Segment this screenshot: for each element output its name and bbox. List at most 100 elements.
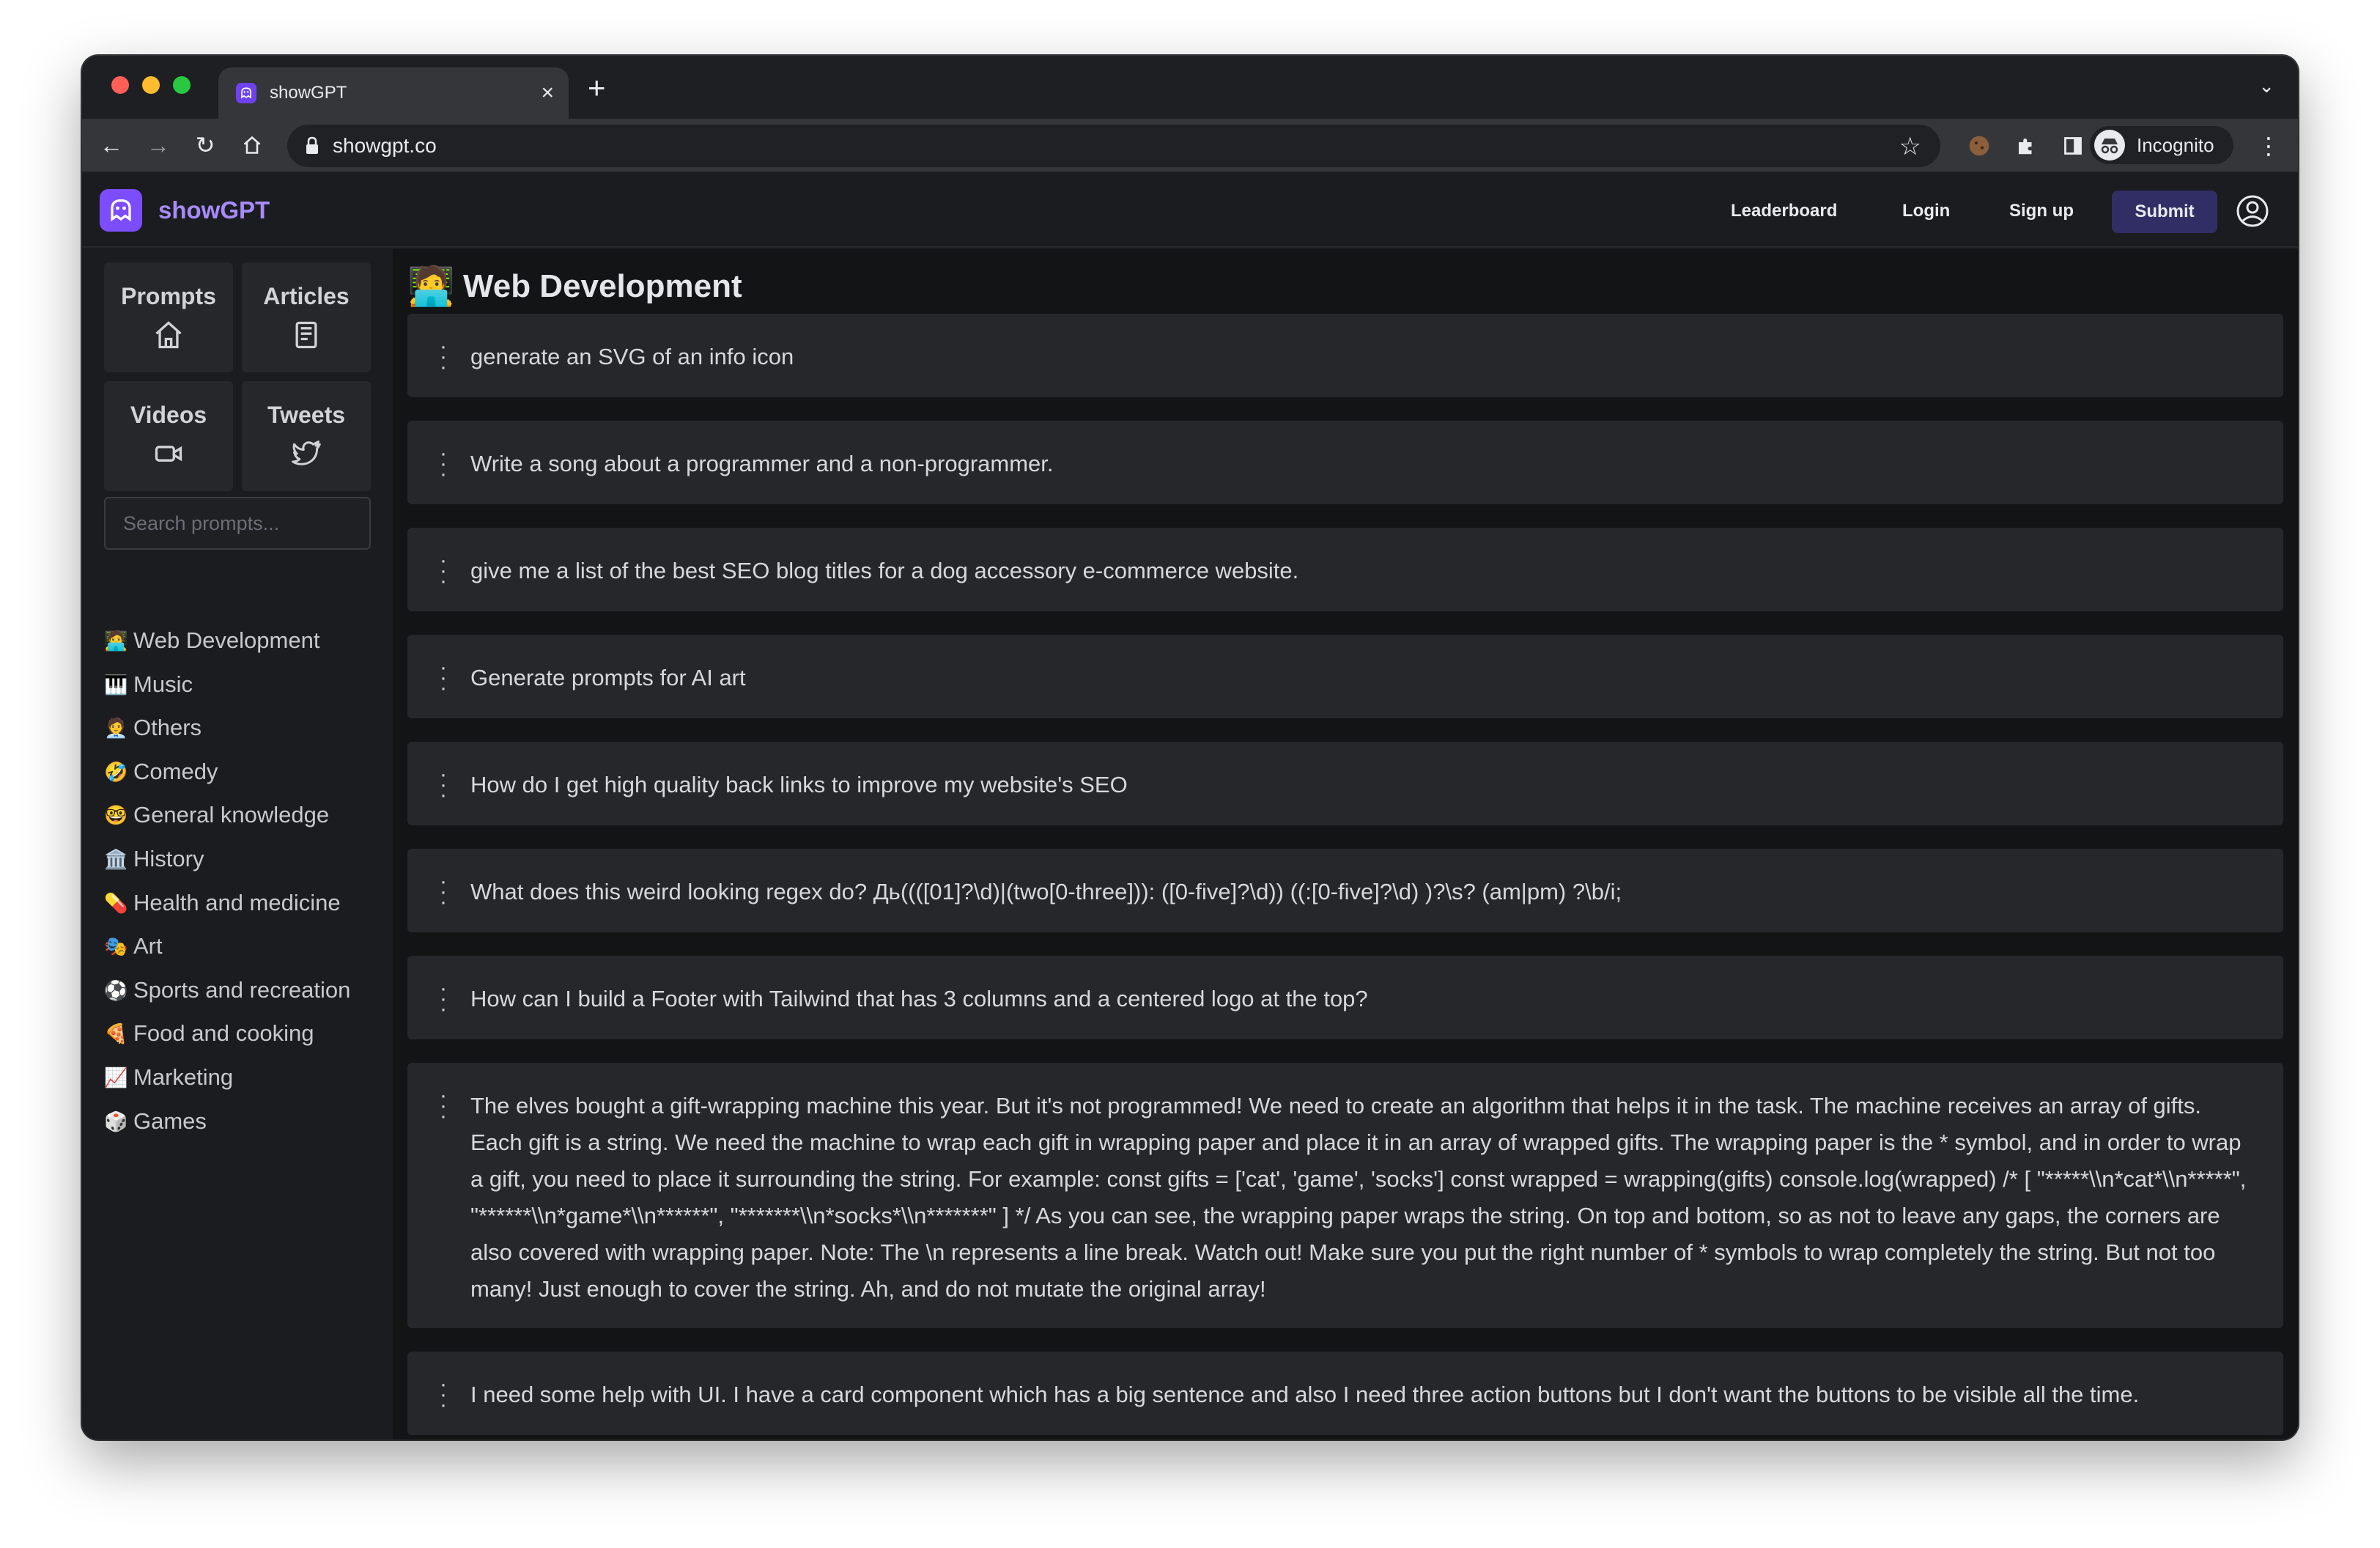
- sidebar-item-label: Food and cooking: [133, 1020, 314, 1046]
- more-options-icon[interactable]: · · ·: [440, 1085, 447, 1127]
- brand-name[interactable]: showGPT: [158, 196, 270, 224]
- sidebar-item-label: Comedy: [133, 759, 218, 784]
- more-options-icon[interactable]: · · ·: [440, 657, 447, 699]
- marketing-icon: 📈: [104, 1066, 128, 1088]
- sidebar-item-label: History: [133, 846, 204, 871]
- browser-toolbar: ← → ↻ showgpt.co ☆ Incognito ⋮: [82, 119, 2298, 173]
- sidebar-item-marketing[interactable]: 📈 Marketing: [104, 1060, 233, 1095]
- incognito-indicator[interactable]: Incognito: [2090, 126, 2233, 164]
- prompt-text: What does this weird looking regex do? Д…: [470, 879, 1622, 904]
- main-content: 🧑‍💻 Web Development · · · generate an SVG …: [393, 249, 2298, 1440]
- close-tab-icon[interactable]: ×: [541, 80, 554, 106]
- minimize-window-button[interactable]: [142, 76, 160, 94]
- prompt-card[interactable]: · · · What does this weird looking regex d…: [407, 849, 2283, 932]
- search-input[interactable]: Search prompts...: [104, 497, 371, 550]
- tile-articles[interactable]: Articles: [242, 262, 371, 372]
- home-icon: [155, 321, 182, 349]
- zoom-window-button[interactable]: [173, 76, 191, 94]
- showgpt-favicon-icon: [236, 83, 256, 103]
- chevron-down-icon[interactable]: ⌄: [2258, 75, 2274, 97]
- forward-arrow-icon[interactable]: →: [142, 129, 174, 161]
- prompt-text: Write a song about a programmer and a no…: [470, 451, 1054, 476]
- sidebar-item-games[interactable]: 🎲 Games: [104, 1104, 207, 1139]
- leaderboard-link[interactable]: Leaderboard: [1731, 201, 1837, 221]
- sidebar-item-music[interactable]: 🎹 Music: [104, 667, 193, 702]
- prompt-card[interactable]: · · · How do I get high quality back links…: [407, 742, 2283, 825]
- browser-tab[interactable]: showGPT ×: [218, 67, 569, 119]
- extension-cookie-icon[interactable]: [1964, 130, 1995, 161]
- sidebar-item-general-knowledge[interactable]: 🤓 General knowledge: [104, 797, 329, 833]
- prompt-card[interactable]: · · · The elves bought a gift-wrapping mac…: [407, 1063, 2283, 1328]
- sidebar-item-sports-and-recreation[interactable]: ⚽ Sports and recreation: [104, 973, 350, 1008]
- web-development-icon: 🧑‍💻: [407, 265, 455, 308]
- window-controls: [111, 76, 191, 94]
- url-text: showgpt.co: [333, 134, 437, 157]
- prompt-card[interactable]: · · · give me a list of the best SEO blog …: [407, 528, 2283, 611]
- sidebar-item-food-and-cooking[interactable]: 🍕 Food and cooking: [104, 1016, 314, 1051]
- lock-icon: [306, 136, 318, 154]
- new-tab-icon[interactable]: +: [588, 70, 606, 106]
- user-account-icon[interactable]: [2235, 194, 2270, 229]
- more-options-icon[interactable]: · · ·: [440, 978, 447, 1020]
- tile-videos[interactable]: Videos: [104, 381, 233, 491]
- submit-button[interactable]: Submit: [2112, 191, 2217, 233]
- sidebar-item-web-development[interactable]: 🧑‍💻 Web Development: [104, 623, 319, 658]
- prompt-card[interactable]: · · · Write a song about a programmer and …: [407, 421, 2283, 504]
- sidebar-item-label: Art: [133, 933, 163, 959]
- prompt-text: I need some help with UI. I have a card …: [470, 1382, 2140, 1407]
- more-options-icon[interactable]: · · ·: [440, 871, 447, 913]
- sidebar: Prompts Articles Videos Tweets Search pr…: [82, 249, 393, 1440]
- prompt-text: The elves bought a gift-wrapping machine…: [470, 1093, 2247, 1302]
- incognito-label: Incognito: [2137, 133, 2214, 156]
- article-icon: [295, 321, 317, 349]
- prompt-card[interactable]: · · · generate an SVG of an info icon: [407, 314, 2283, 397]
- close-window-button[interactable]: [111, 76, 129, 94]
- page-heading: 🧑‍💻 Web Development: [407, 264, 742, 309]
- back-arrow-icon[interactable]: ←: [95, 129, 128, 161]
- sidebar-item-label: Marketing: [133, 1064, 234, 1090]
- side-panel-icon[interactable]: [2058, 130, 2088, 161]
- music-icon: 🎹: [104, 673, 128, 696]
- sidebar-item-label: General knowledge: [133, 802, 330, 828]
- sidebar-item-others[interactable]: 🧑‍💼 Others: [104, 710, 202, 745]
- health-icon: 💊: [104, 891, 128, 914]
- reload-icon[interactable]: ↻: [189, 129, 221, 161]
- more-options-icon[interactable]: · · ·: [440, 336, 447, 378]
- more-options-icon[interactable]: · · ·: [440, 1374, 447, 1416]
- tile-tweets[interactable]: Tweets: [242, 381, 371, 491]
- sidebar-item-comedy[interactable]: 🤣 Comedy: [104, 754, 218, 789]
- prompt-card[interactable]: · · · How can I build a Footer with Tailwi…: [407, 956, 2283, 1039]
- tile-label: Prompts: [121, 283, 216, 309]
- art-icon: 🎭: [104, 935, 128, 957]
- prompt-card[interactable]: · · · I need some help with UI. I have a c…: [407, 1352, 2283, 1435]
- sidebar-item-history[interactable]: 🏛️ History: [104, 841, 204, 877]
- sidebar-item-label: Music: [133, 671, 193, 697]
- tile-label: Videos: [130, 402, 207, 428]
- browser-menu-icon[interactable]: ⋮: [2257, 132, 2280, 160]
- sidebar-item-label: Others: [133, 715, 202, 740]
- showgpt-logo-icon[interactable]: [100, 189, 142, 232]
- bookmark-star-icon[interactable]: ☆: [1899, 132, 1921, 161]
- web-development-icon: 🧑‍💻: [104, 629, 128, 652]
- prompt-text: generate an SVG of an info icon: [470, 344, 794, 369]
- address-bar[interactable]: showgpt.co ☆: [287, 125, 1940, 167]
- prompt-text: How can I build a Footer with Tailwind t…: [470, 986, 1368, 1011]
- home-icon[interactable]: [236, 129, 268, 161]
- tile-prompts[interactable]: Prompts: [104, 262, 233, 372]
- food-icon: 🍕: [104, 1022, 128, 1044]
- more-options-icon[interactable]: · · ·: [440, 443, 447, 485]
- prompt-text: Generate prompts for AI art: [470, 665, 746, 690]
- sidebar-item-health-and-medicine[interactable]: 💊 Health and medicine: [104, 885, 341, 921]
- extensions-puzzle-icon[interactable]: [2011, 130, 2041, 161]
- more-options-icon[interactable]: · · ·: [440, 764, 447, 806]
- more-options-icon[interactable]: · · ·: [440, 550, 447, 592]
- sidebar-item-art[interactable]: 🎭 Art: [104, 929, 163, 964]
- signup-link[interactable]: Sign up: [2009, 201, 2074, 221]
- general-knowledge-icon: 🤓: [104, 803, 128, 826]
- page-title: Web Development: [463, 268, 742, 304]
- games-icon: 🎲: [104, 1110, 128, 1132]
- tab-strip: showGPT × + ⌄: [82, 56, 2298, 119]
- login-link[interactable]: Login: [1902, 201, 1950, 221]
- prompt-card[interactable]: · · · Generate prompts for AI art: [407, 635, 2283, 718]
- sidebar-item-label: Sports and recreation: [133, 977, 351, 1003]
